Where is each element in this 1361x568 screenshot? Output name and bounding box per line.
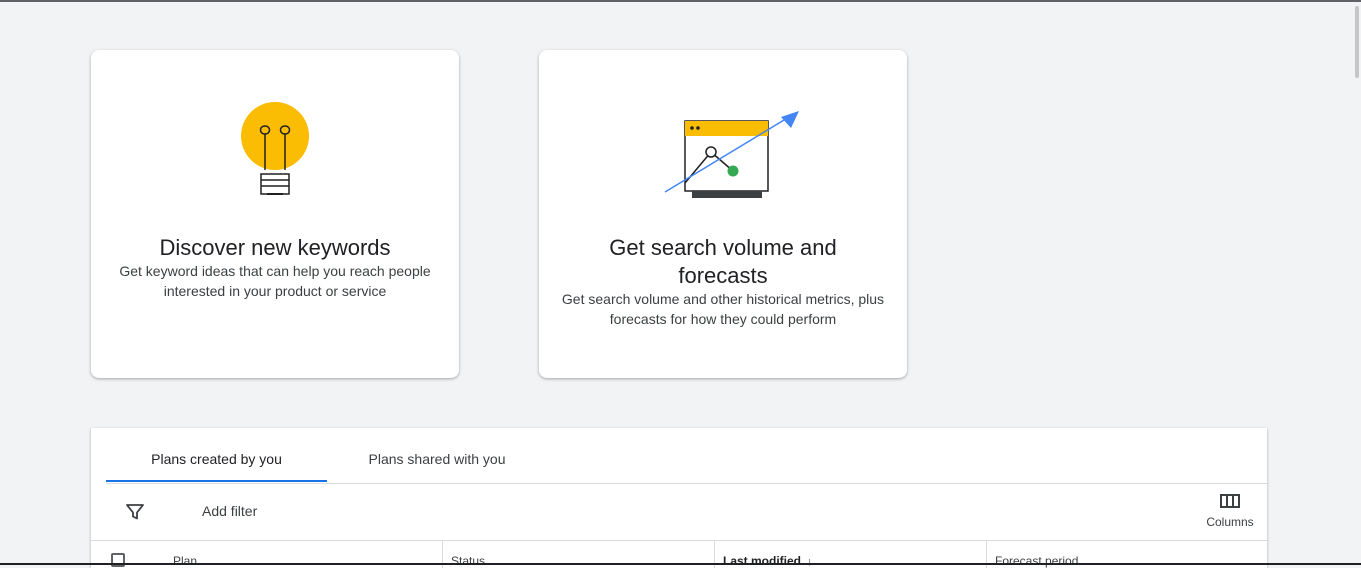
- search-volume-forecasts-card[interactable]: Get search volume and forecasts Get sear…: [539, 50, 907, 378]
- plans-panel: Plans created by you Plans shared with y…: [91, 428, 1267, 568]
- columns-icon: [1220, 494, 1240, 508]
- page-scrollbar[interactable]: [1353, 2, 1361, 563]
- column-header-label: Status: [451, 554, 486, 568]
- tab-plans-created-by-you[interactable]: Plans created by you: [106, 428, 327, 482]
- column-header-label: Forecast period: [995, 554, 1079, 568]
- card-description: Get search volume and other historical m…: [561, 291, 885, 327]
- column-header-label: Plan: [173, 554, 198, 568]
- filter-bar: Add filter Columns: [91, 483, 1267, 541]
- forecast-chart-icon: [664, 111, 799, 198]
- card-title: Get search volume and forecasts: [609, 235, 837, 288]
- tab-plans-shared-with-you[interactable]: Plans shared with you: [346, 428, 528, 482]
- columns-button[interactable]: Columns: [1205, 493, 1255, 533]
- window-top-border: [0, 0, 1361, 2]
- card-description: Get keyword ideas that can help you reac…: [119, 263, 431, 299]
- column-header-label: Last modified: [723, 554, 802, 568]
- sort-descending-icon: ↓: [807, 556, 813, 568]
- columns-label: Columns: [1206, 515, 1254, 529]
- lightbulb-icon: [241, 102, 309, 195]
- discover-keywords-card[interactable]: Discover new keywords Get keyword ideas …: [91, 50, 459, 378]
- card-title: Discover new keywords: [159, 235, 391, 260]
- filter-icon[interactable]: [125, 502, 145, 522]
- plans-tabs: Plans created by you Plans shared with y…: [106, 428, 1267, 484]
- scrollbar-thumb[interactable]: [1355, 6, 1359, 78]
- add-filter-button[interactable]: Add filter: [202, 503, 257, 519]
